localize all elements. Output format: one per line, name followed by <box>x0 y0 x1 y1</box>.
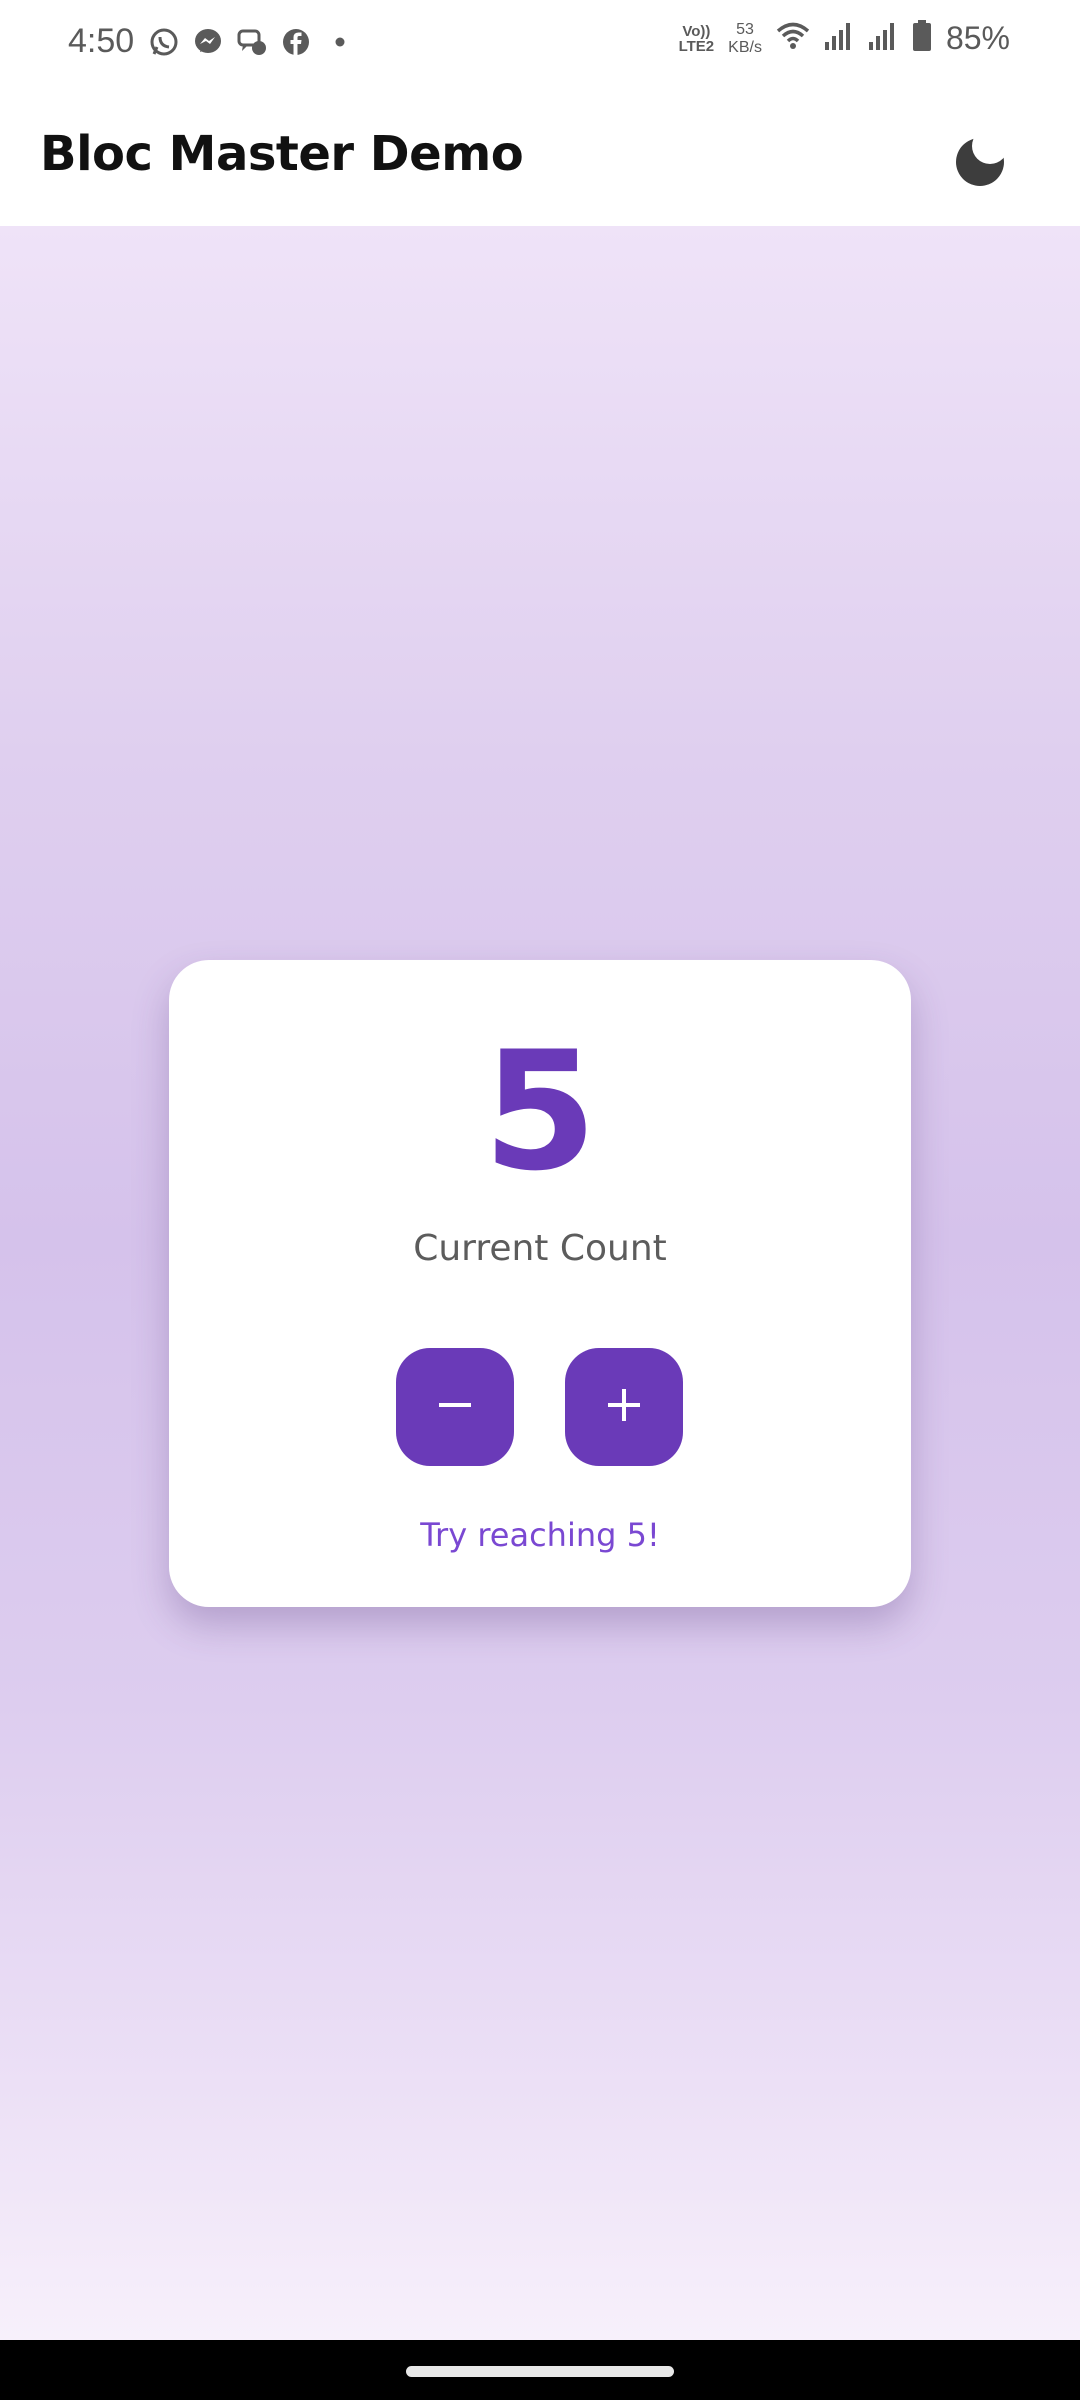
dot-icon <box>324 26 356 58</box>
count-value: 5 <box>482 1016 598 1207</box>
status-time: 4:50 <box>68 22 135 60</box>
navigation-bar <box>0 2340 1080 2400</box>
volte-line2: LTE2 <box>678 37 715 55</box>
volte-indicator: Vo)) LTE2 <box>679 24 715 54</box>
wifi-icon <box>776 21 810 56</box>
minus-icon <box>435 1385 475 1430</box>
main-content: 5 Current Count Try reaching 5! <box>0 226 1080 2340</box>
moon-icon <box>950 138 1010 194</box>
count-label: Current Count <box>413 1228 667 1269</box>
whatsapp-icon <box>148 26 180 58</box>
page-title: Bloc Master Demo <box>40 126 524 182</box>
counter-card: 5 Current Count Try reaching 5! <box>169 960 911 1607</box>
home-gesture-handle[interactable] <box>406 2366 674 2377</box>
network-speed-value: 53 <box>736 20 754 38</box>
network-speed-unit: KB/s <box>728 38 762 56</box>
messenger-icon <box>192 26 224 58</box>
increment-button[interactable] <box>565 1348 683 1466</box>
hint-text: Try reaching 5! <box>420 1516 660 1554</box>
signal-icon-sim2 <box>868 22 898 55</box>
chat-icon <box>236 26 268 58</box>
network-speed: 53 KB/s <box>728 21 762 57</box>
battery-percentage: 85% <box>945 20 1010 56</box>
status-bar: 4:50 Vo)) LTE2 53 KB/s 85% <box>0 0 1080 90</box>
status-indicators: Vo)) LTE2 53 KB/s 85% <box>679 20 1010 57</box>
volte-line1: Vo)) <box>682 22 711 40</box>
signal-icon-sim1 <box>824 22 854 55</box>
decrement-button[interactable] <box>396 1348 514 1466</box>
theme-toggle-button[interactable] <box>950 130 1010 190</box>
plus-icon <box>604 1385 644 1430</box>
facebook-icon <box>280 26 312 58</box>
battery-icon <box>912 20 932 57</box>
app-bar: Bloc Master Demo <box>0 90 1080 226</box>
notification-icons <box>148 26 356 58</box>
